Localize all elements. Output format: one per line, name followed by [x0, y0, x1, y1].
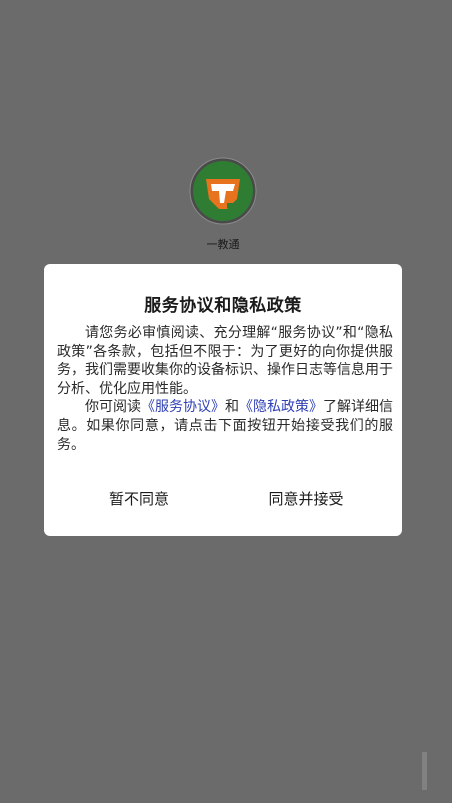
paragraph-2-prefix: 你可阅读 — [85, 399, 141, 416]
dialog-paragraph-2: 你可阅读《服务协议》和《隐私政策》了解详细信息。如果你同意，请点击下面按钮开始接… — [57, 398, 393, 454]
dialog-paragraph-1: 请您务必审慎阅读、充分理解“服务协议”和“隐私政策”各条款，包括但不限于：为了更… — [57, 325, 393, 397]
dialog-body: 请您务必审慎阅读、充分理解“服务协议”和“隐私政策”各条款，包括但不限于：为了更… — [57, 324, 393, 454]
edge-divider — [422, 752, 427, 790]
dialog-title: 服务协议和隐私政策 — [144, 296, 302, 316]
app-name: 一教通 — [206, 238, 240, 251]
service-agreement-link[interactable]: 《服务协议》 — [141, 399, 225, 415]
decline-button[interactable]: 暂不同意 — [104, 485, 174, 513]
app-logo-icon — [189, 157, 257, 225]
privacy-dialog: 服务协议和隐私政策 请您务必审慎阅读、充分理解“服务协议”和“隐私政策”各条款，… — [44, 264, 402, 536]
privacy-policy-link[interactable]: 《隐私政策》 — [239, 399, 323, 415]
and-text: 和 — [225, 399, 239, 416]
accept-button[interactable]: 同意并接受 — [264, 485, 348, 513]
